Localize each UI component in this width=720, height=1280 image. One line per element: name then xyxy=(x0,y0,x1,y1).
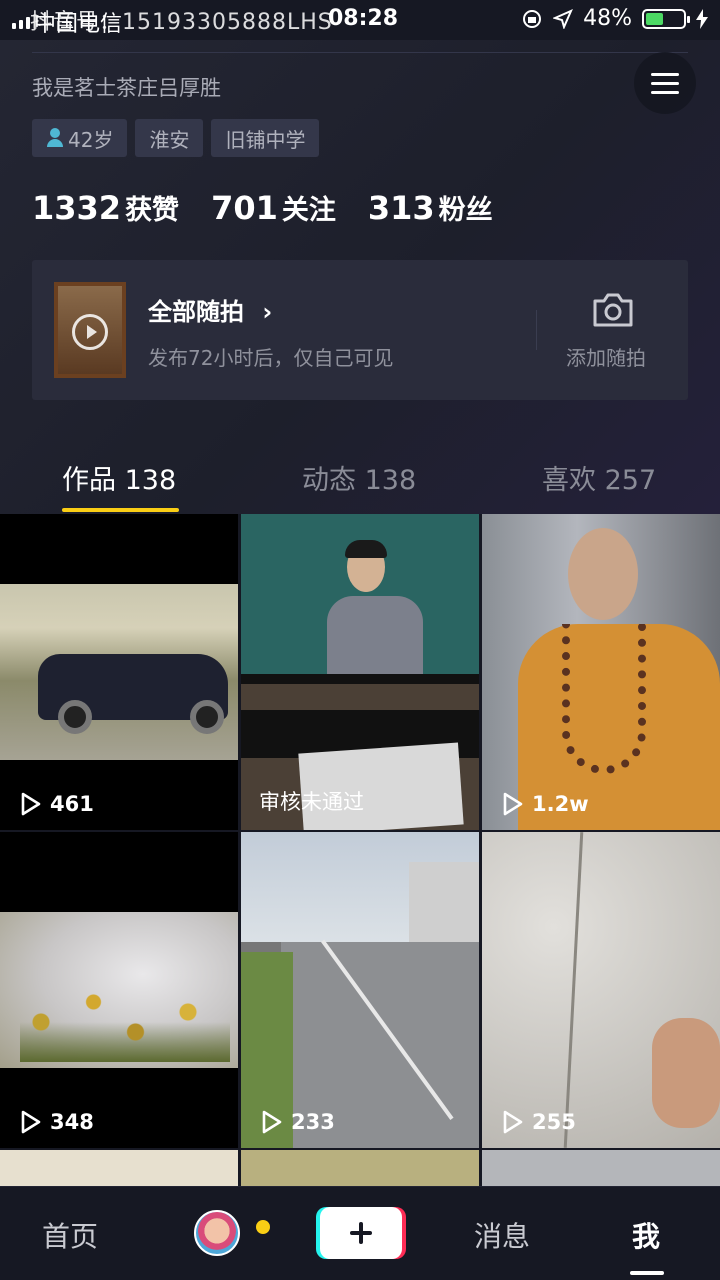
suipai-title[interactable]: 全部随拍 › xyxy=(148,292,272,327)
status-bar: 中国电信 抖音号：15193305888LHS 08:28 48% xyxy=(0,0,720,40)
suipai-card[interactable]: 全部随拍 › 发布72小时后，仅自己可见 添加随拍 xyxy=(32,260,688,400)
nav-messages[interactable]: 消息 xyxy=(474,1215,530,1255)
clock: 08:28 xyxy=(328,6,399,31)
play-icon xyxy=(21,1110,41,1134)
play-circle-icon xyxy=(72,314,108,350)
douyin-id-overlay: 抖音号：15193305888LHS xyxy=(30,10,333,35)
play-icon xyxy=(503,792,523,816)
play-count: 461 xyxy=(18,792,94,816)
video-thumbnail[interactable]: 348 xyxy=(0,832,238,1148)
play-count: 1.2w xyxy=(500,792,589,816)
suipai-thumbnail xyxy=(54,282,126,378)
tag-age: 42岁 xyxy=(32,119,128,157)
video-thumbnail[interactable] xyxy=(0,1150,238,1190)
tag-location: 淮安 xyxy=(135,119,204,157)
chevron-right-icon: › xyxy=(262,298,273,326)
play-icon xyxy=(21,792,41,816)
location-icon xyxy=(553,8,574,29)
profile-stats: 1332 获赞 701 关注 313 粉丝 xyxy=(32,188,493,227)
notification-dot xyxy=(256,1220,270,1234)
play-icon xyxy=(503,1110,523,1134)
menu-button[interactable] xyxy=(634,52,696,114)
stat-likes: 1332 获赞 xyxy=(32,189,180,227)
review-failed-label: 审核未通过 xyxy=(259,790,364,814)
avatar[interactable] xyxy=(194,1210,240,1256)
profile-tags: 42岁 淮安 旧铺中学 xyxy=(32,119,320,157)
profile-signature: 我是茗士茶庄吕厚胜 xyxy=(32,76,221,100)
profile-header: 我是茗士茶庄吕厚胜 42岁 淮安 旧铺中学 1332 获赞 701 关注 313… xyxy=(0,40,720,514)
play-count: 348 xyxy=(18,1110,94,1134)
battery-percent: 48% xyxy=(583,6,632,31)
video-thumbnail[interactable]: 1.2w xyxy=(482,514,720,830)
divider xyxy=(32,52,688,53)
video-thumbnail[interactable] xyxy=(241,1150,479,1190)
video-thumbnail[interactable]: 461 xyxy=(0,514,238,830)
tab-likes[interactable]: 喜欢 257 xyxy=(542,458,656,497)
bottom-nav: 首页 消息 我 xyxy=(0,1186,720,1280)
active-tab-indicator xyxy=(62,508,179,512)
nav-me[interactable]: 我 xyxy=(632,1215,660,1255)
add-suipai-label[interactable]: 添加随拍 xyxy=(566,342,646,371)
profile-tabs: 作品 138 动态 138 喜欢 257 xyxy=(0,442,720,514)
tab-works[interactable]: 作品 138 xyxy=(62,458,176,497)
person-icon xyxy=(46,128,64,148)
tag-school: 旧铺中学 xyxy=(211,119,320,157)
divider xyxy=(536,310,537,350)
video-thumbnail[interactable]: 233 xyxy=(241,832,479,1148)
video-thumbnail[interactable]: 255 xyxy=(482,832,720,1148)
stat-followers[interactable]: 313 粉丝 xyxy=(368,188,493,227)
stat-following[interactable]: 701 关注 xyxy=(211,188,336,227)
play-icon xyxy=(262,1110,282,1134)
play-count: 255 xyxy=(500,1110,576,1134)
camera-icon[interactable] xyxy=(592,292,634,328)
video-thumbnail[interactable]: 审核未通过 xyxy=(241,514,479,830)
video-thumbnail[interactable] xyxy=(482,1150,720,1190)
charging-icon xyxy=(696,8,708,29)
play-count: 233 xyxy=(259,1110,335,1134)
tab-moments[interactable]: 动态 138 xyxy=(302,458,416,497)
create-video-button[interactable] xyxy=(320,1207,402,1259)
nav-home[interactable]: 首页 xyxy=(42,1215,98,1255)
orientation-lock-icon xyxy=(523,9,542,28)
suipai-subtitle: 发布72小时后，仅自己可见 xyxy=(148,346,394,370)
hamburger-icon xyxy=(651,72,679,76)
battery-icon xyxy=(642,8,690,29)
active-nav-indicator xyxy=(630,1271,664,1275)
status-right: 48% xyxy=(521,6,708,31)
